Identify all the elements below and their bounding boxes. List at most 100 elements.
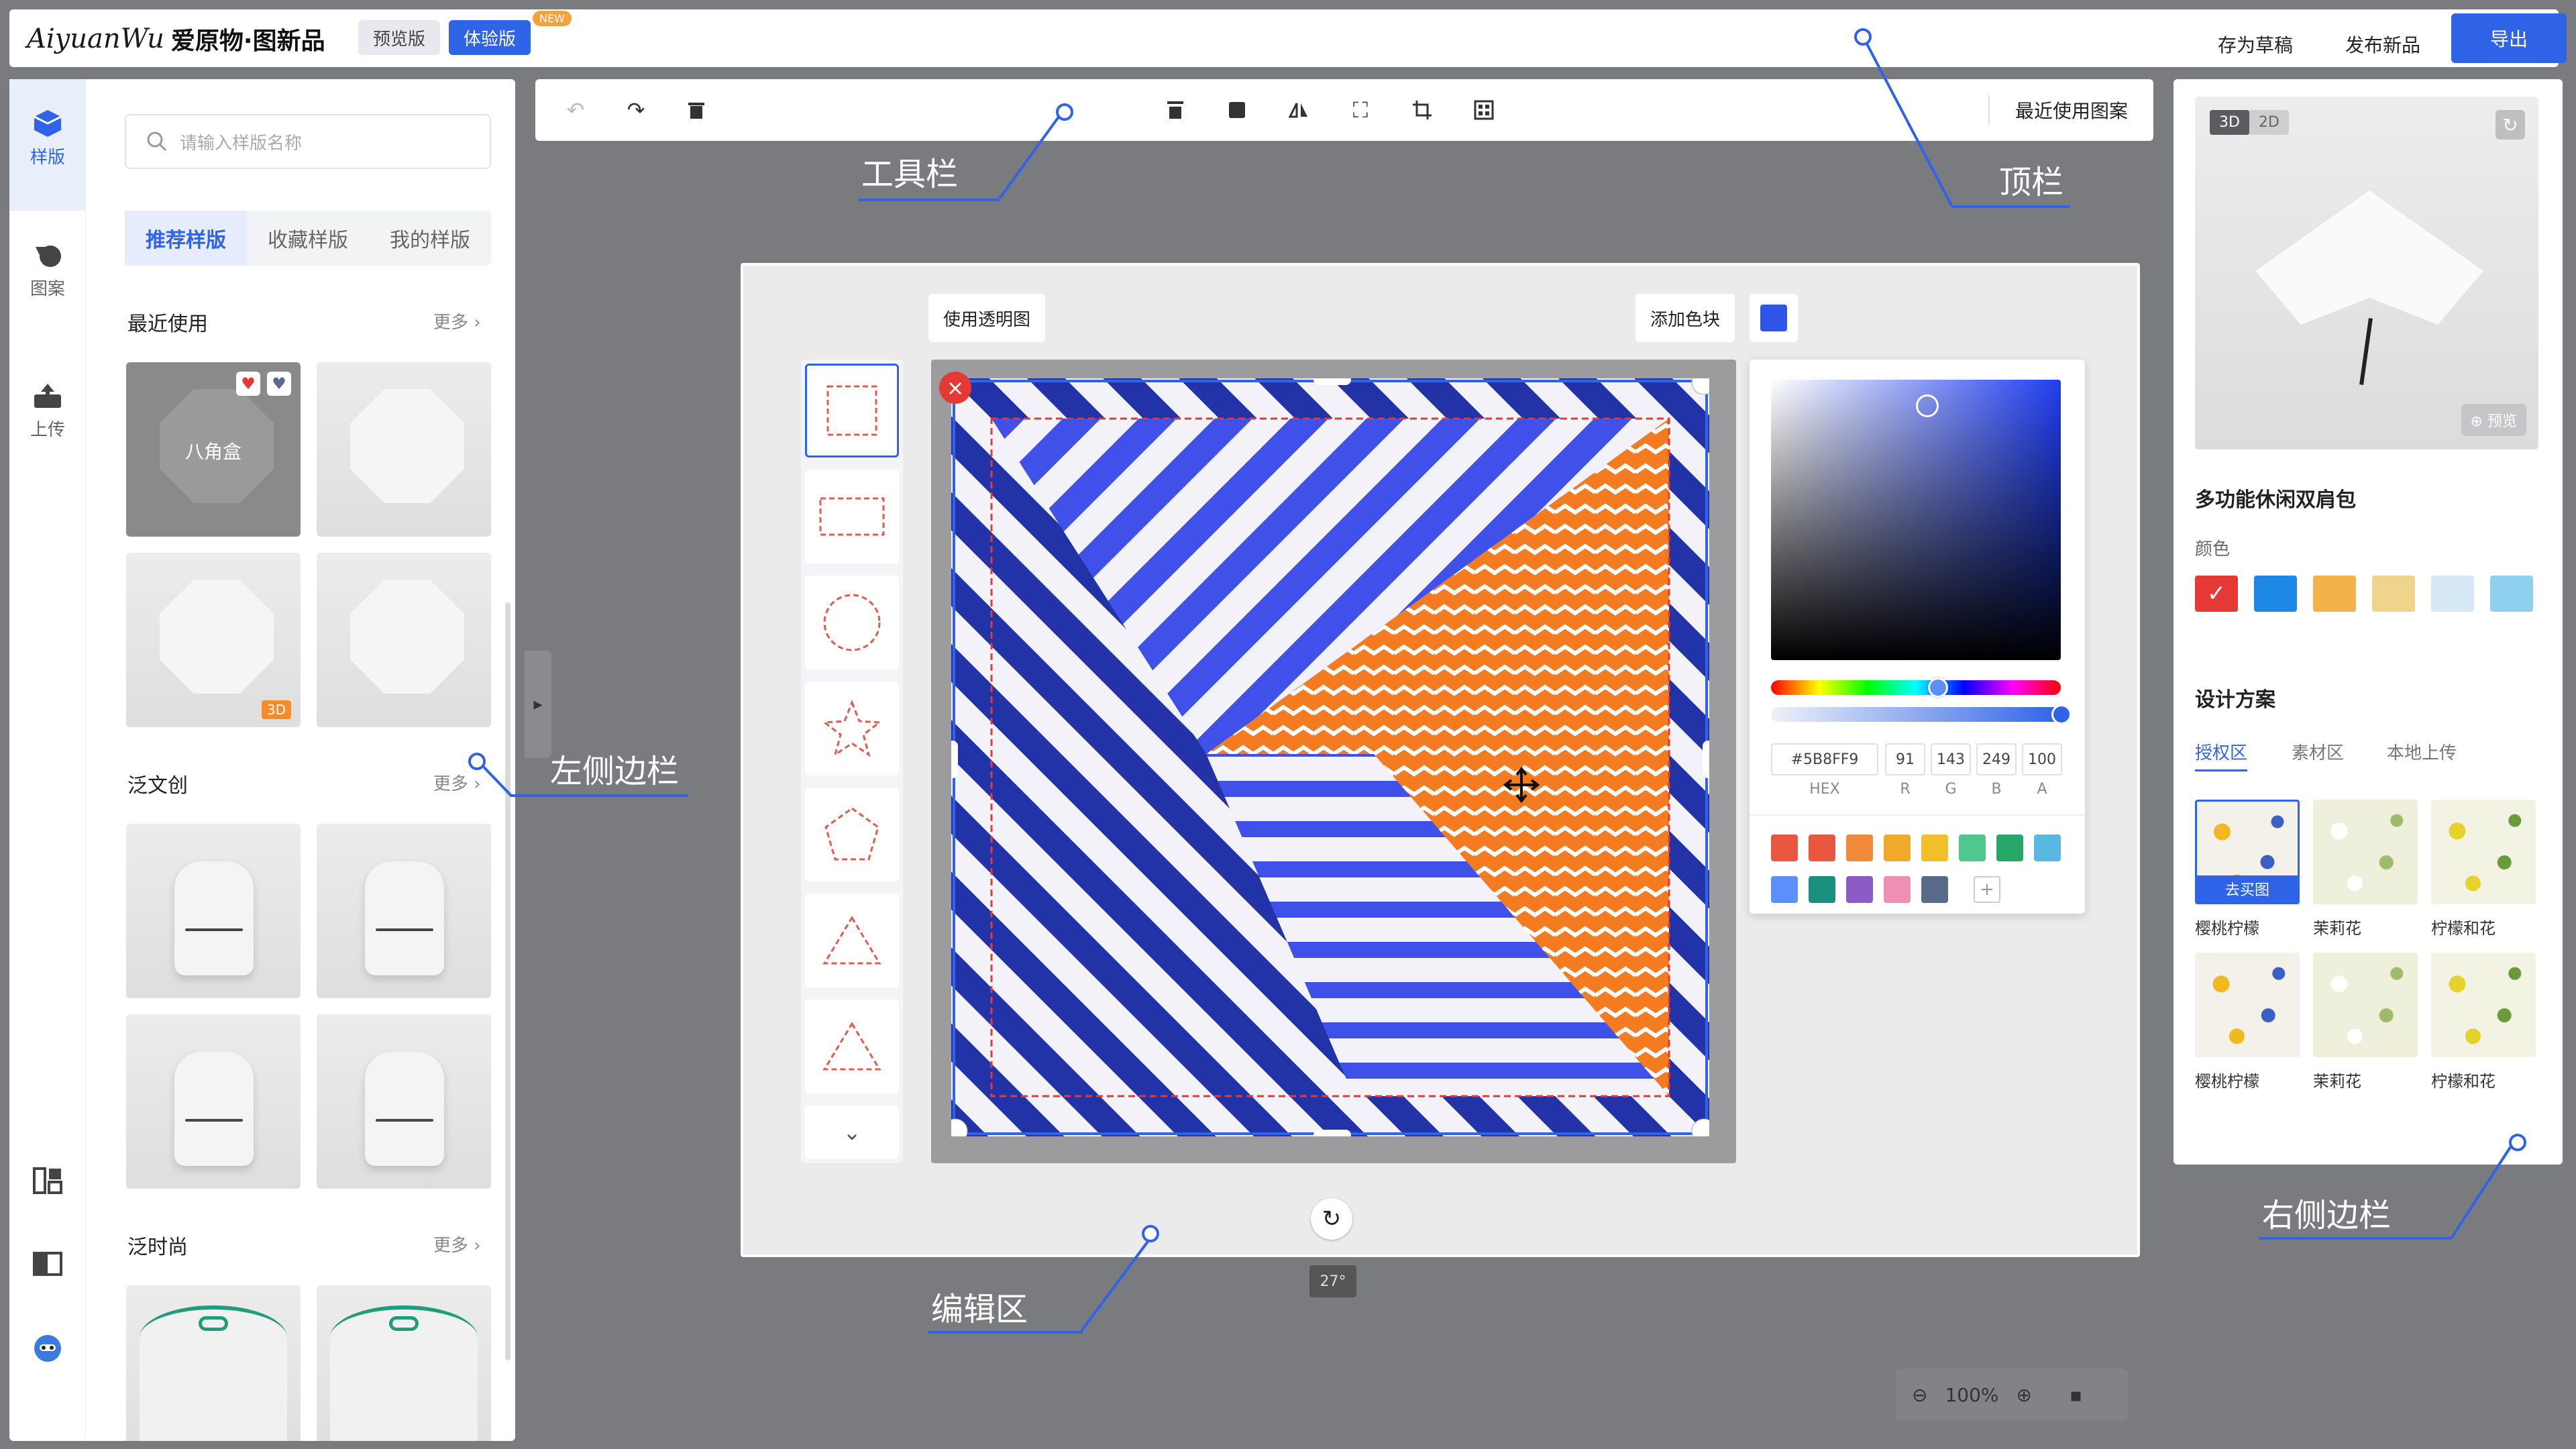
rail-item-templates[interactable]: 样版 bbox=[9, 79, 86, 211]
section-more-recent[interactable]: 更多 › bbox=[433, 309, 481, 333]
template-search-input[interactable]: 请输入样版名称 bbox=[125, 114, 491, 169]
shape-rectangle[interactable] bbox=[805, 470, 899, 564]
pattern-thumb[interactable] bbox=[2431, 953, 2536, 1057]
hex-input[interactable]: #5B8FF9 bbox=[1771, 743, 1878, 775]
tab-local-upload[interactable]: 本地上传 bbox=[2387, 739, 2457, 764]
alpha-input[interactable]: 100 bbox=[2022, 743, 2062, 775]
use-transparent-button[interactable]: 使用透明图 bbox=[928, 294, 1046, 342]
refresh-icon[interactable]: ↻ bbox=[2496, 110, 2525, 140]
buy-pattern-button[interactable]: 去买图 bbox=[2197, 875, 2298, 902]
tab-licensed[interactable]: 授权区 bbox=[2195, 739, 2248, 771]
template-thumb[interactable] bbox=[317, 362, 491, 537]
blue-input[interactable]: 249 bbox=[1976, 743, 2017, 775]
tab-mine[interactable]: 我的样版 bbox=[369, 211, 491, 266]
color-cursor[interactable] bbox=[1916, 394, 1939, 417]
undo-icon[interactable]: ↶ bbox=[559, 94, 592, 126]
zoom-in-icon[interactable]: ⊕ bbox=[2017, 1384, 2032, 1406]
template-thumb[interactable]: 3D bbox=[126, 553, 301, 727]
template-thumb[interactable] bbox=[317, 824, 491, 998]
rail-item-upload[interactable]: 上传 bbox=[9, 381, 86, 441]
hue-slider-knob[interactable] bbox=[1928, 678, 1948, 698]
align-top-icon[interactable] bbox=[1159, 94, 1191, 126]
save-draft-button[interactable]: 存为草稿 bbox=[2218, 31, 2293, 58]
shape-square[interactable] bbox=[805, 364, 899, 458]
shape-triangle[interactable] bbox=[805, 894, 899, 987]
red-input[interactable]: 91 bbox=[1885, 743, 1925, 775]
flip-horizontal-icon[interactable] bbox=[1283, 94, 1315, 126]
shape-list-expand[interactable]: ⌄ bbox=[805, 1106, 899, 1159]
favorite-icon[interactable]: ♥ bbox=[236, 372, 260, 396]
section-more-fashion[interactable]: 更多 › bbox=[433, 1232, 481, 1256]
toggle-3d[interactable]: 3D bbox=[2210, 110, 2249, 135]
shape-circle[interactable] bbox=[805, 576, 899, 669]
tab-materials[interactable]: 素材区 bbox=[2292, 739, 2344, 764]
alpha-slider[interactable] bbox=[1771, 707, 2061, 722]
preset-color-swatch[interactable] bbox=[1771, 876, 1798, 903]
template-thumb[interactable]: 八角盒 ♥ ♥ bbox=[126, 362, 301, 537]
preset-color-swatch[interactable] bbox=[1921, 876, 1948, 903]
saturation-value-area[interactable] bbox=[1771, 380, 2061, 660]
collapse-sidebar-button[interactable]: ▸ bbox=[525, 651, 551, 758]
shape-triangle-2[interactable] bbox=[805, 1000, 899, 1093]
preset-color-swatch[interactable] bbox=[1921, 835, 1948, 861]
preset-color-swatch[interactable] bbox=[1884, 876, 1911, 903]
rail-item-patterns[interactable]: 图案 bbox=[9, 240, 86, 300]
hue-slider[interactable] bbox=[1771, 680, 2061, 695]
product-color-swatch[interactable] bbox=[2313, 576, 2356, 612]
template-thumb[interactable] bbox=[317, 1014, 491, 1189]
fullscreen-icon[interactable]: ⛶ bbox=[1344, 94, 1377, 126]
like-icon[interactable]: ♥ bbox=[267, 372, 291, 396]
preset-color-swatch[interactable] bbox=[1771, 835, 1798, 861]
tab-recommended[interactable]: 推荐样版 bbox=[125, 211, 247, 266]
left-panel-scrollbar[interactable] bbox=[505, 602, 511, 1360]
grid-icon[interactable] bbox=[1468, 94, 1500, 126]
preview-version-button[interactable]: 预览版 bbox=[358, 20, 441, 55]
add-swatch-button[interactable]: + bbox=[1974, 876, 2000, 903]
recent-pattern-button[interactable]: 最近使用图案 bbox=[2015, 97, 2128, 123]
pattern-thumb[interactable]: 去买图 bbox=[2195, 800, 2300, 904]
preset-color-swatch[interactable] bbox=[2034, 835, 2061, 861]
delete-icon[interactable] bbox=[680, 94, 712, 126]
preset-color-swatch[interactable] bbox=[1809, 835, 1835, 861]
tab-favorites[interactable]: 收藏样版 bbox=[247, 211, 369, 266]
fill-icon[interactable] bbox=[1221, 94, 1253, 126]
product-color-swatch[interactable] bbox=[2254, 576, 2297, 612]
design-canvas[interactable] bbox=[931, 360, 1736, 1163]
alpha-slider-knob[interactable] bbox=[2051, 704, 2072, 724]
product-preview[interactable]: 3D 2D ↻ ⊕ 预览 bbox=[2195, 97, 2538, 449]
product-color-swatch[interactable] bbox=[2372, 576, 2415, 612]
shape-pentagon[interactable] bbox=[805, 788, 899, 881]
preview-button[interactable]: ⊕ 预览 bbox=[2461, 404, 2526, 436]
template-thumb[interactable] bbox=[126, 1014, 301, 1189]
export-button[interactable]: 导出 bbox=[2451, 13, 2567, 63]
zoom-out-icon[interactable]: ⊖ bbox=[1912, 1384, 1927, 1406]
preset-color-swatch[interactable] bbox=[1846, 876, 1873, 903]
assistant-button[interactable] bbox=[9, 1334, 86, 1368]
publish-button[interactable]: 发布新品 bbox=[2345, 31, 2420, 58]
template-thumb[interactable] bbox=[317, 1285, 491, 1441]
product-color-swatch[interactable] bbox=[2490, 576, 2533, 612]
template-thumb[interactable] bbox=[317, 553, 491, 727]
preset-color-swatch[interactable] bbox=[1884, 835, 1911, 861]
pattern-thumb[interactable] bbox=[2313, 800, 2418, 904]
product-color-swatch[interactable] bbox=[2431, 576, 2474, 612]
book-button[interactable] bbox=[9, 1249, 86, 1284]
preset-color-swatch[interactable] bbox=[1996, 835, 2023, 861]
pattern-thumb[interactable] bbox=[2431, 800, 2536, 904]
trial-version-button[interactable]: 体验版 bbox=[449, 20, 531, 55]
preset-color-swatch[interactable] bbox=[1959, 835, 1986, 861]
add-color-block-button[interactable]: 添加色块 bbox=[1635, 294, 1735, 342]
crop-icon[interactable] bbox=[1406, 94, 1438, 126]
green-input[interactable]: 143 bbox=[1931, 743, 1971, 775]
pattern-artwork[interactable] bbox=[951, 378, 1709, 1136]
layout-button[interactable] bbox=[9, 1166, 86, 1201]
product-color-swatch[interactable]: ✓ bbox=[2195, 576, 2238, 612]
toggle-2d[interactable]: 2D bbox=[2249, 110, 2289, 135]
template-thumb[interactable] bbox=[126, 824, 301, 998]
preset-color-swatch[interactable] bbox=[1809, 876, 1835, 903]
minimap-icon[interactable]: ▪ bbox=[2070, 1384, 2082, 1406]
rotate-handle[interactable]: ↻ bbox=[1311, 1198, 1352, 1240]
shape-star[interactable] bbox=[805, 682, 899, 775]
pattern-thumb[interactable] bbox=[2313, 953, 2418, 1057]
pattern-thumb[interactable] bbox=[2195, 953, 2300, 1057]
